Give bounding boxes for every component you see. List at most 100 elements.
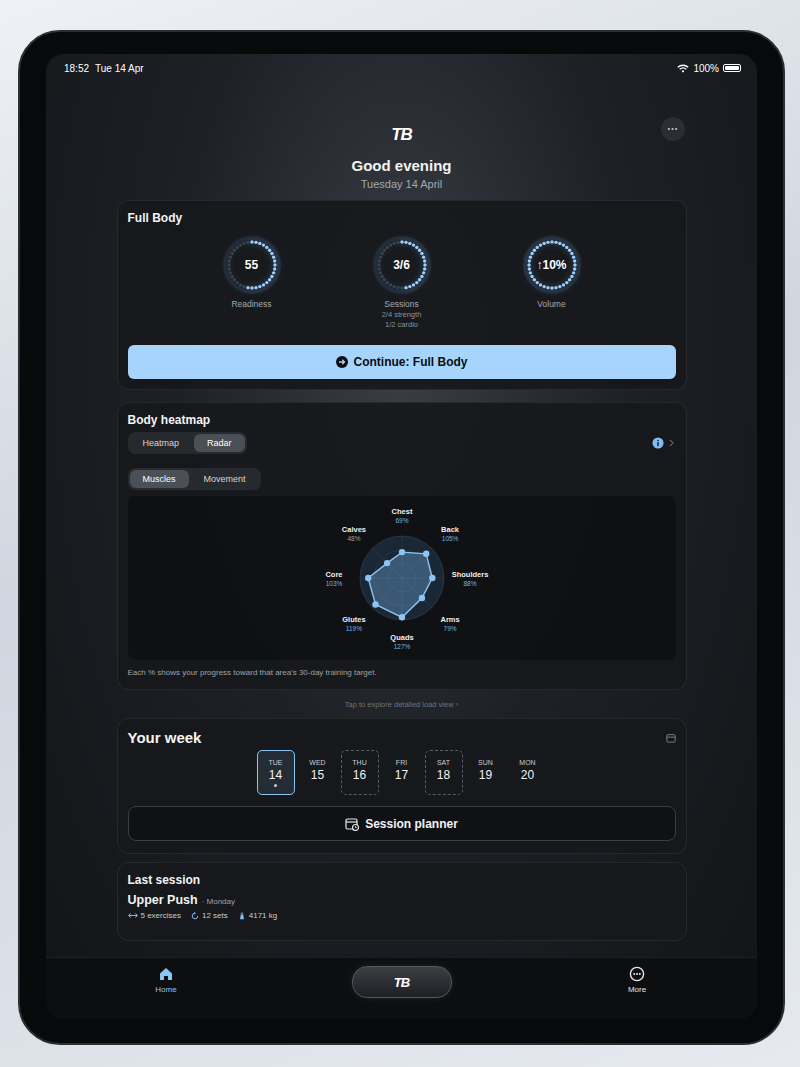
- battery-percent: 100%: [693, 63, 719, 74]
- ring-stat: 55 Readiness: [177, 235, 327, 329]
- session-dot: [274, 784, 277, 787]
- session-planner-button[interactable]: Session planner: [128, 806, 676, 841]
- calendar-icon[interactable]: [666, 733, 676, 743]
- ring-detail: 1/2 cardio: [385, 320, 418, 329]
- session-dot: [484, 784, 487, 787]
- ring-value: 55: [222, 235, 282, 295]
- session-dot: [400, 784, 403, 787]
- ellipsis-icon: [667, 127, 678, 131]
- set-count: 12 sets: [202, 911, 228, 920]
- radar-point: [398, 549, 404, 555]
- home-tab[interactable]: Home: [136, 966, 196, 994]
- sets-icon: [191, 912, 199, 920]
- quick-start-button[interactable]: TB: [352, 966, 452, 998]
- mode-tab[interactable]: Muscles: [130, 470, 189, 488]
- svg-text:Calves: Calves: [341, 525, 365, 534]
- week-card: Your week TUE14WED15THU16FRI17SAT18SUN19M…: [117, 718, 687, 854]
- svg-text:69%: 69%: [395, 517, 408, 524]
- radar-label: Back105%: [441, 525, 460, 542]
- ring-stat: ↑10% Volume: [477, 235, 627, 329]
- svg-text:103%: 103%: [325, 580, 342, 587]
- day-cell[interactable]: SAT18: [425, 750, 463, 795]
- view-tab[interactable]: Radar: [194, 434, 245, 452]
- view-toggle: HeatmapRadar: [128, 432, 247, 454]
- mode-tab[interactable]: Movement: [191, 470, 259, 488]
- svg-text:127%: 127%: [393, 643, 410, 650]
- total-volume: 4171 kg: [249, 911, 277, 920]
- logo: TB: [391, 125, 412, 145]
- chart-caption: Each % shows your progress toward that a…: [128, 668, 676, 677]
- day-strip: TUE14WED15THU16FRI17SAT18SUN19MON20: [128, 750, 676, 795]
- radar-point: [383, 560, 389, 566]
- ring-label: Volume: [537, 299, 565, 309]
- status-time: 18:52: [64, 63, 89, 74]
- heatmap-card: Body heatmap HeatmapRadar MusclesMovement C…: [117, 402, 687, 690]
- radar-point: [365, 575, 371, 581]
- exercise-count: 5 exercises: [141, 911, 181, 920]
- ring-value: ↑10%: [522, 235, 582, 295]
- svg-text:Back: Back: [441, 525, 460, 534]
- radar-point: [418, 595, 424, 601]
- radar-label: Glutes119%: [342, 615, 365, 632]
- continue-button[interactable]: Continue: Full Body: [128, 345, 676, 379]
- ring-detail: 2/4 strength: [382, 310, 422, 319]
- svg-text:119%: 119%: [345, 625, 361, 632]
- header-date: Tuesday 14 April: [361, 178, 443, 190]
- week-title: Your week: [128, 729, 202, 746]
- weight-icon: [238, 912, 246, 920]
- home-content: TBGood eveningTuesday 14 April Full Body 5…: [46, 77, 757, 957]
- more-tab[interactable]: More: [607, 966, 667, 994]
- wifi-icon: [677, 64, 689, 73]
- ring-stat: 3/6Sessions2/4 strength1/2 cardio: [327, 235, 477, 329]
- radar-label: Quads127%: [390, 633, 413, 650]
- info-icon[interactable]: [652, 437, 664, 449]
- radar-label: Core103%: [325, 570, 342, 587]
- status-bar: 18:52 Tue 14 Apr 100%: [46, 54, 757, 77]
- radar-label: Arms79%: [440, 615, 459, 632]
- day-cell[interactable]: WED15: [299, 750, 337, 795]
- session-dot: [526, 784, 529, 787]
- radar-point: [429, 575, 435, 581]
- radar-point: [372, 601, 378, 607]
- header: TBGood eveningTuesday 14 April: [117, 77, 687, 190]
- ring-label: Readiness: [231, 299, 271, 309]
- radar-point: [423, 551, 429, 557]
- arrow-right-icon: [336, 356, 348, 368]
- session-day: · Monday: [202, 897, 235, 906]
- day-cell[interactable]: TUE14: [257, 750, 295, 795]
- svg-text:Arms: Arms: [440, 615, 459, 624]
- day-cell[interactable]: MON20: [509, 750, 547, 795]
- svg-text:Shoulders: Shoulders: [451, 570, 488, 579]
- radar-label: Shoulders88%: [451, 570, 488, 587]
- svg-text:88%: 88%: [463, 580, 476, 587]
- day-cell[interactable]: FRI17: [383, 750, 421, 795]
- session-dot: [442, 784, 445, 787]
- more-options-button[interactable]: [661, 117, 685, 141]
- ring-label: Sessions: [384, 299, 419, 309]
- tab-bar: Home TB More: [46, 957, 757, 1019]
- explore-hint[interactable]: Tap to explore detailed load view ›: [345, 700, 458, 709]
- status-date: Tue 14 Apr: [95, 63, 144, 74]
- svg-text:Quads: Quads: [390, 633, 413, 642]
- last-session-card[interactable]: Last sessionUpper Push· Monday5 exercise…: [117, 862, 687, 941]
- ring-row: 55 Readiness 3/6Sessions2/4 strength1/2 ca…: [128, 235, 676, 329]
- session-dot: [316, 784, 319, 787]
- radar-label: Chest69%: [391, 507, 412, 524]
- svg-text:48%: 48%: [347, 535, 360, 542]
- plan-title: Full Body: [128, 211, 676, 225]
- svg-text:Chest: Chest: [391, 507, 412, 516]
- mode-toggle: MusclesMovement: [128, 468, 261, 490]
- heatmap-title: Body heatmap: [128, 413, 676, 427]
- radar-plot: Chest69% Back105% Shoulders88% Arms79% Quads…: [252, 496, 552, 660]
- battery-icon: [723, 64, 741, 72]
- svg-text:Core: Core: [325, 570, 342, 579]
- radar-point: [398, 614, 404, 620]
- planner-icon: [345, 817, 359, 831]
- view-tab[interactable]: Heatmap: [130, 434, 193, 452]
- day-cell[interactable]: SUN19: [467, 750, 505, 795]
- chevron-right-icon: [669, 439, 674, 447]
- radar-chart[interactable]: Chest69% Back105% Shoulders88% Arms79% Quads…: [128, 496, 676, 660]
- svg-text:79%: 79%: [443, 625, 456, 632]
- session-stats: 5 exercises 12 sets 4171 kg: [128, 911, 676, 920]
- day-cell[interactable]: THU16: [341, 750, 379, 795]
